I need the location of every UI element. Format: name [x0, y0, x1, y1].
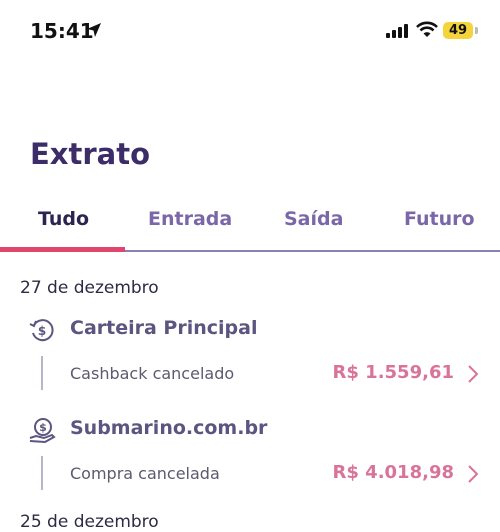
transaction-amount: R$ 4.018,98 — [332, 462, 454, 483]
svg-text:$: $ — [38, 324, 46, 338]
cellular-signal-icon — [386, 24, 408, 38]
date-header: 27 de dezembro — [20, 278, 159, 298]
page-title: Extrato — [30, 137, 151, 171]
svg-text:$: $ — [39, 421, 47, 434]
tab-futuro[interactable]: Futuro — [404, 208, 475, 230]
status-time: 15:41 — [30, 19, 94, 43]
tab-entrada[interactable]: Entrada — [148, 208, 232, 230]
transaction-timeline — [41, 356, 43, 390]
tab-bar: Tudo Entrada Saída Futuro — [0, 204, 500, 252]
chevron-right-icon[interactable] — [466, 364, 480, 384]
transaction-title[interactable]: Carteira Principal — [70, 317, 257, 339]
transaction-description: Cashback cancelado — [70, 364, 235, 383]
active-tab-indicator — [0, 247, 125, 252]
tab-tudo[interactable]: Tudo — [38, 208, 89, 230]
transaction-amount: R$ 1.559,61 — [332, 362, 454, 383]
money-hand-icon: $ — [29, 418, 56, 444]
battery-tip — [475, 27, 478, 34]
wifi-icon — [416, 21, 438, 37]
status-bar: 15:41 49 — [0, 0, 500, 60]
transaction-description: Compra cancelada — [70, 464, 220, 483]
battery-indicator: 49 — [443, 22, 473, 39]
date-header: 25 de dezembro — [20, 512, 159, 532]
cashback-refresh-icon: $ — [29, 319, 54, 342]
location-arrow-icon — [87, 23, 101, 37]
transaction-title[interactable]: Submarino.com.br — [70, 417, 267, 439]
chevron-right-icon[interactable] — [466, 464, 480, 484]
tab-saida[interactable]: Saída — [284, 208, 343, 230]
transaction-timeline — [41, 456, 43, 490]
